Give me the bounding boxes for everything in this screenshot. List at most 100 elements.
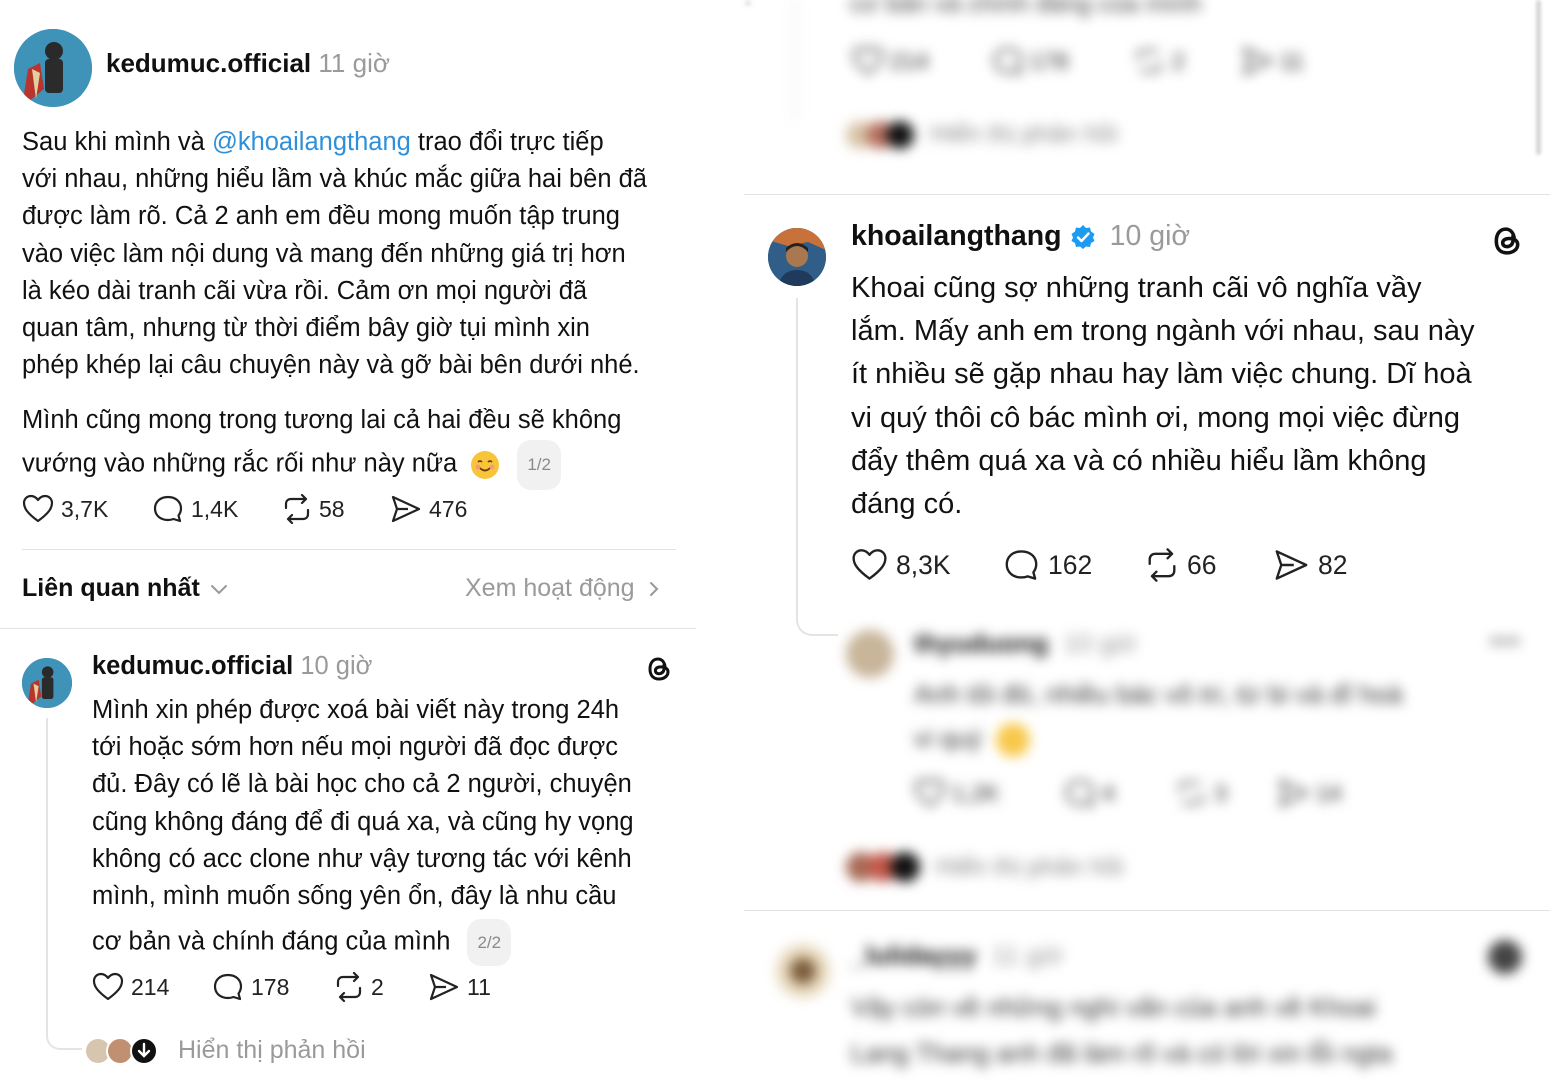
post-line: phép khép lại câu chuyện này và gỡ bài b…: [22, 351, 640, 380]
post-body: Khoai cũng sợ những tranh cãi vô nghĩa v…: [851, 267, 1541, 526]
repost-icon: [1148, 548, 1176, 582]
reply-header: kedumuc.official 10 giờ: [92, 652, 372, 681]
post-text: Sau khi mình và: [22, 128, 212, 156]
comment-button[interactable]: 178: [212, 972, 332, 1002]
comment-button[interactable]: 162: [1003, 548, 1143, 582]
post-line: Mình xin phép được xoá bài viết này tron…: [92, 696, 620, 724]
view-activity-link[interactable]: Xem hoạt động: [465, 574, 663, 603]
post-body: Sau khi mình và @khoailangthang trao đổi…: [22, 124, 687, 384]
comment-count: 178: [251, 973, 290, 1000]
username[interactable]: kedumuc.official: [92, 652, 293, 680]
reply-body: Anh tôi đó, nhiều bác vô tri, từ bi và d…: [914, 672, 1403, 760]
heart-icon: [22, 494, 54, 523]
avatar-photo-icon: [22, 658, 72, 708]
show-replies-row[interactable]: Hiển thị phản hồi: [84, 1036, 366, 1065]
post-line: với nhau, những hiểu lầm và khúc mắc giữ…: [22, 165, 647, 194]
thread-line: [794, 0, 796, 120]
thread-line-curve: [796, 616, 838, 636]
repost-count: 2: [1132, 46, 1242, 76]
like-count: 1,2K: [914, 778, 1064, 808]
share-count: 14: [1278, 778, 1342, 808]
avatar[interactable]: [768, 228, 826, 286]
post-line: tới hoặc sớm hơn nếu mọi người đã đọc đư…: [92, 733, 618, 762]
post-line: đáng có.: [851, 488, 963, 521]
username[interactable]: khoailangthang: [851, 220, 1062, 253]
post-line: vi quý thôi cô bác mình ơi, mong mọi việ…: [851, 401, 1461, 434]
repost-icon: [1178, 781, 1204, 805]
blurred-actions: 1,2K 4 3 14: [914, 778, 1342, 808]
send-icon: [391, 495, 421, 523]
heart-icon: [914, 778, 946, 807]
post-line: được làm rõ. Cả 2 anh em đều mong muốn t…: [22, 202, 620, 231]
divider: [22, 549, 676, 550]
share-count: 82: [1318, 549, 1348, 580]
post-line: đẩy thêm quá xa và có nhiều hiểu lầm khô…: [851, 444, 1427, 477]
threads-logo-icon[interactable]: [643, 653, 675, 685]
username[interactable]: kedumuc.official: [106, 48, 311, 78]
post-body: Vậy còn về những nghi vấn của anh về Kho…: [851, 984, 1392, 1076]
post-time: 11 giờ: [991, 940, 1064, 970]
like-count: 3,7K: [61, 495, 109, 522]
comment-bubble-icon: [1065, 779, 1095, 807]
share-button[interactable]: 11: [428, 972, 491, 1002]
avatar-photo-icon: [768, 228, 826, 286]
post-time: 10 giờ: [1063, 628, 1137, 658]
send-icon: [1275, 550, 1308, 580]
emoji-icon: [995, 723, 1030, 758]
comment-count: 4: [1064, 778, 1174, 808]
sort-dropdown[interactable]: Liên quan nhất: [22, 574, 230, 603]
repost-button[interactable]: 66: [1143, 548, 1273, 582]
send-icon: [1278, 778, 1310, 808]
post-line: đủ. Đây có lẽ là bài học cho cả 2 người,…: [92, 770, 632, 799]
post-line: Khoai cũng sợ những tranh cãi vô nghĩa v…: [851, 272, 1422, 304]
post-line: là kéo dài tranh cãi vừa rồi. Cảm ơn mọi…: [22, 276, 588, 305]
thread-line: [46, 718, 48, 1036]
avatar: [776, 944, 830, 998]
post-line: vướng vào những rắc rối như này nữa: [22, 449, 458, 478]
username: _lulidayyy: [851, 940, 977, 970]
post-line: không có acc clone như vậy tương tác với…: [92, 844, 632, 873]
like-button[interactable]: 214: [92, 972, 212, 1002]
username: thyuduong: [914, 628, 1049, 658]
comment-button[interactable]: 1,4K: [152, 494, 280, 524]
repost-count: 58: [319, 495, 345, 522]
like-count: 8,3K: [896, 549, 951, 580]
thread-pager: 1/2: [517, 440, 561, 490]
send-icon: [429, 973, 459, 1001]
heart-icon: [852, 46, 884, 75]
post-line: cơ bản và chính đáng của mình: [850, 0, 1202, 18]
thread-pager: 2/2: [467, 919, 512, 967]
blur-artifact: [745, 0, 751, 6]
post-line: ít nhiều sẽ gặp nhau hay làm việc chung.…: [851, 358, 1472, 391]
scrollbar[interactable]: [1536, 0, 1541, 155]
verified-badge-icon: [1070, 224, 1096, 250]
heart-icon: [92, 972, 124, 1001]
post-header: _lulidayyy 11 giờ: [851, 940, 1063, 971]
share-button[interactable]: 82: [1273, 548, 1347, 582]
like-count: 214: [852, 46, 992, 76]
chevron-down-icon: [210, 584, 227, 594]
share-button[interactable]: 476: [390, 494, 467, 524]
post-time: 10 giờ: [1109, 220, 1191, 252]
threads-logo-icon[interactable]: [1488, 222, 1526, 260]
repost-button[interactable]: 58: [280, 494, 390, 524]
repost-icon: [284, 494, 310, 524]
post-line: lắm. Mấy anh em trong ngành với nhau, sa…: [851, 315, 1475, 348]
blurred-actions: 214 178 2 11: [852, 46, 1304, 76]
chevron-right-icon: [649, 581, 658, 596]
post-time: 10 giờ: [300, 652, 373, 680]
like-button[interactable]: 8,3K: [851, 548, 1003, 582]
post-line: vào việc làm nội dung và mang đến những …: [22, 239, 626, 268]
post-header: kedumuc.official 11 giờ: [106, 48, 390, 79]
repost-button[interactable]: 2: [332, 972, 428, 1002]
avatar[interactable]: [22, 658, 72, 708]
like-button[interactable]: 3,7K: [22, 494, 152, 524]
repost-count: 66: [1187, 549, 1217, 580]
mention-link[interactable]: @khoailangthang: [212, 128, 411, 156]
divider: [0, 628, 696, 629]
post-line: Mình cũng mong trong tương lai cả hai đề…: [22, 406, 622, 434]
comment-bubble-icon: [213, 973, 243, 1001]
avatar[interactable]: [14, 29, 92, 107]
divider: [744, 910, 1550, 911]
post-paragraph-2: Mình cũng mong trong tương lai cả hai đề…: [22, 400, 687, 490]
